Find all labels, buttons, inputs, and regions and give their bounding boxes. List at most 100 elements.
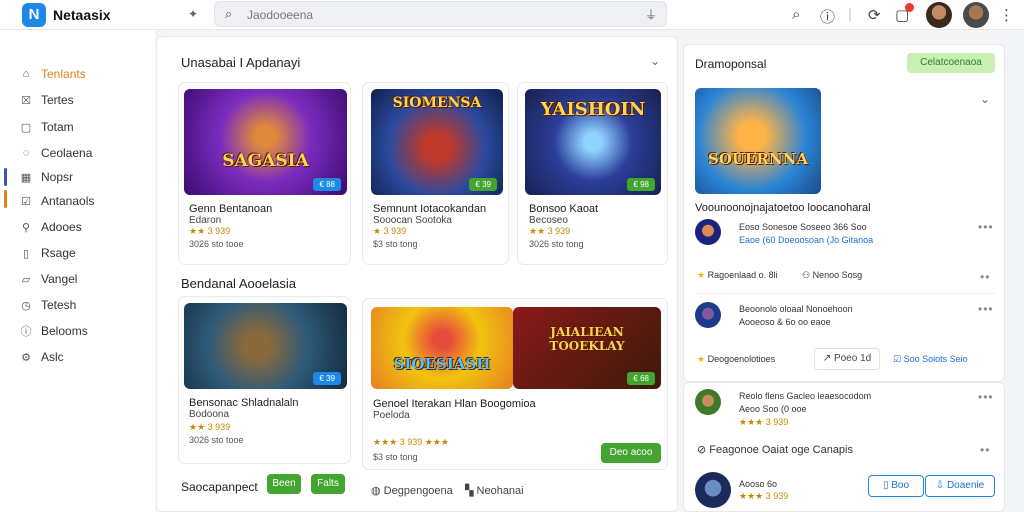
sidebar-item-tenlants[interactable]: ⌂ Tenlants [18, 64, 86, 84]
game-thumbnail: SIOMENSA € 39 [371, 89, 503, 195]
item-footer-right: ⚇ Nenoo Sosg [802, 270, 863, 280]
feature-thumbnail[interactable]: SOUERNNA [695, 88, 821, 194]
link-icon: ⊘ [697, 444, 710, 456]
featured-thumbnail-left: SIOESIASH [371, 307, 513, 389]
sidebar-item-ceolaena[interactable]: ◌ Ceolaena [18, 143, 93, 163]
game-rating: ★★ 3 939 [189, 226, 231, 236]
feature-art-title: SOUERNNA [708, 150, 808, 168]
more-icon[interactable]: ••• [978, 390, 994, 404]
search-input[interactable]: ⌕ Jaodooeena ⏚ [214, 1, 667, 27]
sidebar-indicator [4, 190, 7, 208]
avatar[interactable] [695, 219, 721, 245]
mic-icon[interactable]: ⏚ [645, 6, 657, 23]
game-title: Bonsoo Kaoat [529, 203, 599, 215]
featured-card[interactable]: SIOESIASH JAIALIEAN TOOEKLAY € 68 Genoel… [362, 298, 668, 470]
divider [695, 293, 995, 294]
checklist-icon: ☑ [21, 195, 31, 208]
link-neohanai[interactable]: ▚ Neohanai [465, 484, 524, 497]
price-badge: € 39 [469, 178, 497, 191]
list-icon: ☒ [21, 94, 31, 107]
avatar[interactable] [963, 2, 989, 28]
more-icon[interactable]: ••• [978, 302, 994, 316]
app-logo[interactable]: N [22, 3, 46, 27]
settings-icon: ⚙ [21, 351, 31, 364]
app-name: Netaasix [53, 7, 111, 23]
outline-button[interactable]: ⇩ Doaenie [925, 475, 995, 497]
avatar[interactable] [695, 389, 721, 415]
item-title: Aooso 6o [739, 479, 778, 489]
secondary-button[interactable]: Falts [311, 474, 345, 494]
game-thumbnail: YAISHOIN € 98 [525, 89, 661, 195]
sidebar-indicator [4, 168, 7, 186]
game-meta: 3026 sto tong [529, 239, 584, 249]
primary-button[interactable]: Been [267, 474, 301, 494]
game-art-title: SIOMENSA [392, 95, 482, 111]
sidebar-item-tertes[interactable]: ☒ Tertes [18, 90, 74, 110]
game-card[interactable]: SAGASIA € 88 Genn Bentanoan Edaron ★★ 3 … [178, 82, 351, 265]
notification-badge [905, 3, 914, 12]
more-icon[interactable]: ⋮ [999, 6, 1014, 24]
featured-rating: ★★★ 3 939 ★★★ [373, 437, 449, 447]
more-icon[interactable]: •• [980, 443, 990, 457]
game-developer: Bodoona [189, 409, 230, 420]
link-degpengoena[interactable]: ◍ Degpengoena [371, 484, 453, 497]
sidebar-item-rsage[interactable]: ▯ Rsage [18, 243, 76, 263]
refresh-icon[interactable]: ⟳ [868, 6, 881, 24]
bookmark-icon: ▯ [882, 480, 892, 491]
item-link[interactable]: ⊘ Feagonoe Oaiat oge Canapis [697, 443, 853, 456]
search-icon: ⌕ [225, 6, 233, 21]
game-card[interactable]: € 39 Bensonac Shladnalaln Bodoona ★★ 3 9… [178, 296, 351, 464]
sidebar-item-tetesh[interactable]: ◷ Tetesh [18, 295, 76, 315]
chevron-down-icon[interactable]: ⌄ [980, 92, 990, 106]
item-title: Reolo flens Gacleo leaesocodom [739, 391, 872, 401]
user-icon: ⚇ [802, 270, 813, 280]
price-badge: € 98 [627, 178, 655, 191]
section-title: Unasabai I Apdanayi [181, 55, 301, 70]
item-footer-right[interactable]: ☑ Soo Soiots Seio [893, 354, 968, 365]
chevron-down-icon[interactable]: ⌄ [650, 54, 660, 68]
favorite-icon[interactable]: ✦ [188, 7, 198, 21]
featured-developer: Poeloda [373, 410, 410, 421]
item-action-button[interactable]: ↗ Poeo 1d [814, 348, 880, 370]
game-developer: Becoseo [529, 215, 568, 226]
sidebar-item-vangel[interactable]: ▱ Vangel [18, 269, 78, 289]
game-rating: ★★ 3 939 [529, 226, 571, 236]
game-card[interactable]: YAISHOIN € 98 Bonsoo Kaoat Becoseo ★★ 3 … [517, 82, 668, 265]
tag-icon: ▚ [465, 485, 477, 497]
more-icon[interactable]: •• [980, 270, 990, 284]
game-card[interactable]: SIOMENSA € 39 Semnunt Iotacokandan Soooc… [362, 82, 509, 265]
sidebar-item-totam[interactable]: ▢ Totam [18, 117, 74, 137]
top-bar: N Netaasix ✦ ⌕ Jaodooeena ⏚ ⌕ ⓘ | ⟳ ▢ ⋮ [0, 0, 1024, 30]
sidebar-item-antanaols[interactable]: ☑ Antanaols [18, 191, 94, 211]
game-meta: 3026 sto tooe [189, 239, 244, 249]
share-icon: ↗ [822, 353, 834, 364]
search-icon[interactable]: ⌕ [792, 6, 800, 23]
help-icon[interactable]: ⓘ [820, 6, 835, 27]
game-meta: 3026 sto tooe [189, 435, 244, 445]
shield-icon: ◍ [371, 485, 384, 497]
section-title: Bendanal Aooelasia [181, 276, 296, 291]
avatar[interactable] [695, 302, 721, 328]
panel-action-button[interactable]: Celatcoenaoa [907, 53, 995, 73]
search-value: Jaodooeena [247, 8, 314, 22]
item-title: Beoonolo oloaal Nonoehoon [739, 304, 853, 314]
sidebar-item-adooes[interactable]: ⚲ Adooes [18, 217, 82, 237]
game-rating: ★ 3 939 [373, 226, 407, 236]
sidebar-item-aslc[interactable]: ⚙ Aslc [18, 347, 64, 367]
star-icon: ★ [697, 354, 708, 364]
more-icon[interactable]: ••• [978, 220, 994, 234]
section-label: Saocapanpect [181, 480, 258, 494]
divider: | [848, 6, 852, 23]
game-title: Bensonac Shladnalaln [189, 397, 299, 409]
item-rating: ★★★ 3 939 [739, 491, 789, 501]
sidebar-item-belooms[interactable]: ⓘ Belooms [18, 321, 88, 341]
item-title: Eoso Sonesoe Soseeo 366 Soo [739, 222, 867, 232]
game-rating: ★★ 3 939 [189, 422, 231, 432]
get-button[interactable]: Deo acoo [601, 443, 661, 463]
outline-button[interactable]: ▯ Boo [868, 475, 924, 497]
sidebar-item-nopsr[interactable]: ▦ Nopsr [18, 167, 73, 187]
bookmark-icon: ▱ [21, 273, 31, 286]
avatar[interactable] [926, 2, 952, 28]
grid-icon: ▦ [20, 171, 32, 184]
avatar[interactable] [695, 472, 731, 508]
